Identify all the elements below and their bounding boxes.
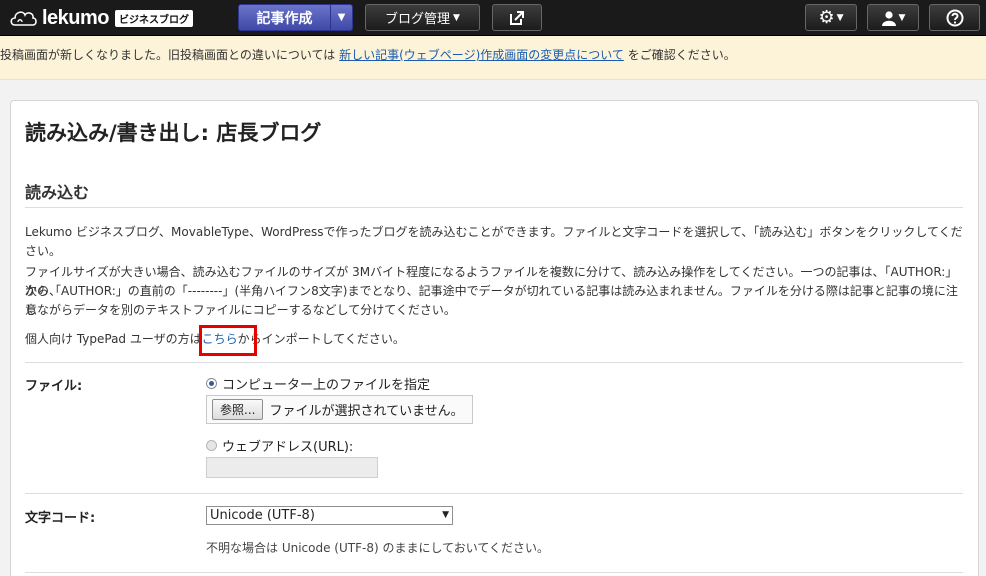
file-label: ファイル: — [25, 379, 83, 394]
encoding-value: Unicode (UTF-8) — [210, 508, 315, 523]
notice-bar: 投稿画面が新しくなりました。旧投稿画面との違いについては 新しい記事(ウェブペー… — [0, 36, 986, 80]
blog-manage-button[interactable]: ブログ管理 ▼ — [365, 4, 480, 31]
create-entry-button[interactable]: 記事作成 ▼ — [238, 4, 353, 31]
create-entry-label[interactable]: 記事作成 — [239, 5, 330, 30]
external-link-icon — [510, 10, 524, 25]
user-menu-button[interactable]: ▼ — [867, 4, 919, 31]
notice-text: 投稿画面が新しくなりました。旧投稿画面との違いについては — [0, 48, 336, 62]
help-button[interactable] — [929, 4, 980, 31]
view-site-button[interactable] — [492, 4, 542, 31]
typepad-note: 個人向け TypePad ユーザの方はこちらからインポートしてください。 — [25, 330, 965, 349]
logo-badge: ビジネスブログ — [115, 9, 194, 27]
help-icon — [946, 9, 963, 26]
notice-link[interactable]: 新しい記事(ウェブページ)作成画面の変更点について — [339, 48, 624, 62]
typepad-text: 個人向け TypePad ユーザの方は — [25, 332, 202, 346]
divider — [25, 572, 963, 573]
cloud-logo-icon — [10, 11, 37, 26]
encoding-label: 文字コード: — [25, 511, 96, 526]
top-navigation-bar: lekumo ビジネスブログ 記事作成 ▼ ブログ管理 ▼ ⚙ ▼ ▼ — [0, 0, 986, 36]
intro-text: Lekumo ビジネスブログ、MovableType、WordPressで作った… — [25, 225, 963, 258]
local-file-radio-label[interactable]: コンピューター上のファイルを指定 — [222, 374, 430, 393]
highlight-box — [199, 325, 257, 356]
size-note-line3: しながらデータを別のテキストファイルにコピーするなどして分けてください。 — [25, 303, 456, 317]
caret-down-icon: ▼ — [898, 12, 906, 23]
file-status: ファイルが選択されていません。 — [269, 404, 464, 419]
caret-down-icon[interactable]: ▼ — [330, 5, 352, 30]
page-title: 読み込み/書き出し: 店長ブログ — [25, 121, 322, 145]
url-radio-label[interactable]: ウェブアドレス(URL): — [222, 436, 353, 455]
main-card: 読み込み/書き出し: 店長ブログ 読み込む Lekumo ビジネスブログ、Mov… — [10, 100, 979, 576]
divider — [25, 362, 963, 363]
settings-button[interactable]: ⚙ ▼ — [805, 4, 857, 31]
blog-manage-label: ブログ管理 — [385, 12, 451, 27]
logo-text: lekumo — [42, 6, 110, 29]
encoding-select[interactable]: Unicode (UTF-8) ▼ — [206, 506, 453, 525]
section-title: 読み込む — [25, 183, 90, 202]
divider — [25, 207, 963, 208]
notice-text-after: をご確認ください。 — [627, 48, 736, 62]
user-icon — [881, 10, 896, 26]
typepad-text-after: からインポートしてください。 — [237, 332, 405, 346]
caret-down-icon: ▼ — [836, 12, 844, 23]
browse-button[interactable]: 参照... — [212, 399, 264, 420]
url-radio[interactable] — [206, 440, 217, 451]
divider — [25, 493, 963, 494]
gear-icon: ⚙ — [818, 7, 835, 28]
local-file-radio[interactable] — [206, 378, 217, 389]
file-picker[interactable]: 参照... ファイルが選択されていません。 — [206, 395, 473, 424]
url-input[interactable] — [206, 457, 378, 478]
encoding-hint: 不明な場合は Unicode (UTF-8) のままにしておいてください。 — [206, 541, 550, 555]
caret-down-icon: ▼ — [453, 12, 460, 23]
logo[interactable]: lekumo ビジネスブログ — [8, 5, 194, 31]
caret-down-icon: ▼ — [442, 510, 449, 520]
